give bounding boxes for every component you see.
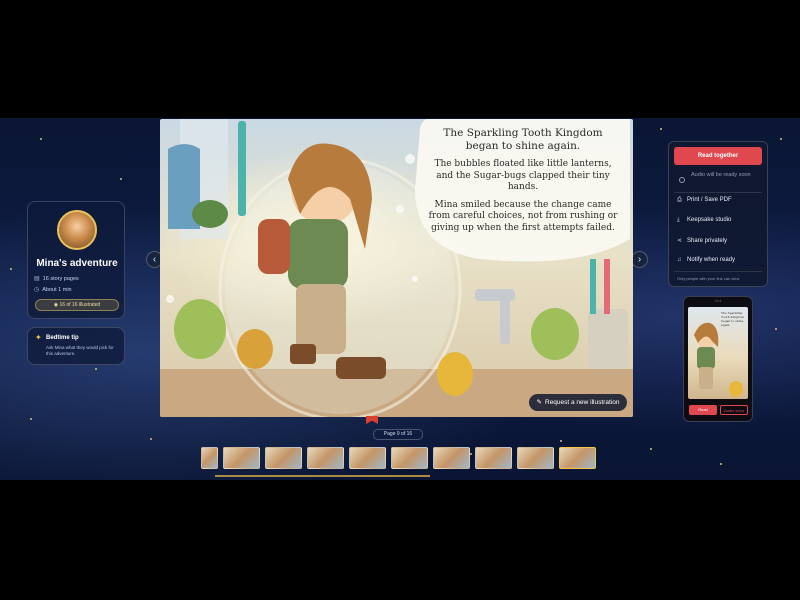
page-thumbnail[interactable] — [265, 447, 302, 469]
page-illustration: The Sparkling Tooth Kingdom began to shi… — [160, 119, 633, 417]
illustration-progress-badge: ◉ 16 of 16 illustrated — [35, 299, 119, 311]
keepsake-studio-label: Keepsake studio — [687, 217, 732, 223]
story-pages-row: ▤ 16 story pages — [34, 275, 79, 282]
page-paragraph-1: The bubbles floated like little lanterns… — [434, 159, 612, 192]
reader-stage: Mina's adventure ▤ 16 story pages ◷ About … — [0, 118, 800, 480]
keepsake-icon: ⤓ — [677, 217, 680, 223]
sparkle-icon: ✦ — [35, 333, 42, 342]
phone-audio-button[interactable]: Audio soon — [720, 405, 748, 415]
illustration-progress-label: 16 of 16 illustrated — [59, 302, 101, 308]
page-thumbnail[interactable] — [349, 447, 386, 469]
phone-page-text: The Sparkling Tooth Kingdom began to shi… — [721, 311, 745, 327]
book-icon: ▤ — [34, 276, 40, 282]
clock-icon: ◷ — [34, 287, 40, 293]
keepsake-studio-button[interactable]: ⤓ Keepsake studio — [677, 217, 731, 224]
bell-icon: ♫ — [677, 257, 682, 263]
page-story-text: The Sparkling Tooth Kingdom began to shi… — [428, 127, 618, 234]
request-illustration-label: Request a new illustration — [545, 399, 620, 406]
request-illustration-button[interactable]: ✎ Request a new illustration — [529, 394, 627, 411]
page-thumbnail[interactable] — [517, 447, 554, 469]
page-indicator: Page 9 of 16 — [373, 429, 423, 440]
page-thumbnail[interactable] — [559, 447, 596, 469]
story-pages-label: 16 story pages — [42, 276, 79, 282]
story-info-card: Mina's adventure ▤ 16 story pages ◷ About … — [27, 201, 125, 319]
story-duration-row: ◷ About 1 min — [34, 286, 72, 293]
page-thumbnail[interactable] — [391, 447, 428, 469]
notify-ready-button[interactable]: ♫ Notify when ready — [677, 257, 735, 263]
page-thumbnail[interactable] — [201, 447, 218, 469]
bookmark-icon — [366, 416, 378, 424]
printer-icon: ⎙ — [677, 197, 682, 203]
phone-read-button[interactable]: Read — [689, 405, 717, 415]
page-thumbnail[interactable] — [223, 447, 260, 469]
story-avatar — [57, 210, 97, 250]
chevron-right-icon: › — [637, 254, 642, 265]
privacy-footnote: Only people with your link can view — [677, 276, 740, 281]
phone-screen: The Sparkling Tooth Kingdom began to shi… — [688, 307, 748, 399]
next-page-button[interactable]: › — [631, 251, 648, 268]
share-privately-label: Share privately — [687, 238, 728, 244]
chevron-left-icon: ‹ — [152, 254, 157, 265]
page-title: The Sparkling Tooth Kingdom began to shi… — [443, 127, 603, 152]
page-thumbnail[interactable] — [475, 447, 512, 469]
actions-divider — [674, 271, 762, 272]
page-thumbnail[interactable] — [433, 447, 470, 469]
actions-divider — [674, 192, 762, 193]
thumbnail-scrollbar[interactable] — [215, 475, 430, 477]
phone-preview: • • • The Sparkling Tooth Kingdom began … — [683, 296, 753, 422]
read-together-button[interactable]: Read together — [674, 147, 762, 165]
story-actions-panel: Read together Audio will be ready soon ⎙… — [668, 141, 768, 287]
tip-title: Bedtime tip — [46, 335, 79, 341]
story-duration-label: About 1 min — [42, 287, 72, 293]
share-icon: ⋖ — [677, 238, 683, 244]
tip-text: Ask Mina what they would pick for this a… — [46, 345, 114, 356]
bedtime-tip-card: ✦ Bedtime tip Ask Mina what they would p… — [27, 327, 125, 365]
pencil-icon: ✎ — [536, 399, 542, 406]
print-pdf-label: Print / Save PDF — [687, 197, 732, 203]
story-title: Mina's adventure — [36, 258, 118, 269]
notify-ready-label: Notify when ready — [687, 257, 736, 263]
share-privately-button[interactable]: ⋖ Share privately — [677, 237, 727, 244]
page-thumbnail[interactable] — [307, 447, 344, 469]
audio-status-note: Audio will be ready soon — [691, 172, 751, 178]
page-paragraph-2: Mina smiled because the change came from… — [428, 199, 618, 233]
audio-status-icon — [679, 177, 685, 183]
print-pdf-button[interactable]: ⎙ Print / Save PDF — [677, 197, 732, 204]
phone-status-bar: • • • — [715, 299, 721, 303]
